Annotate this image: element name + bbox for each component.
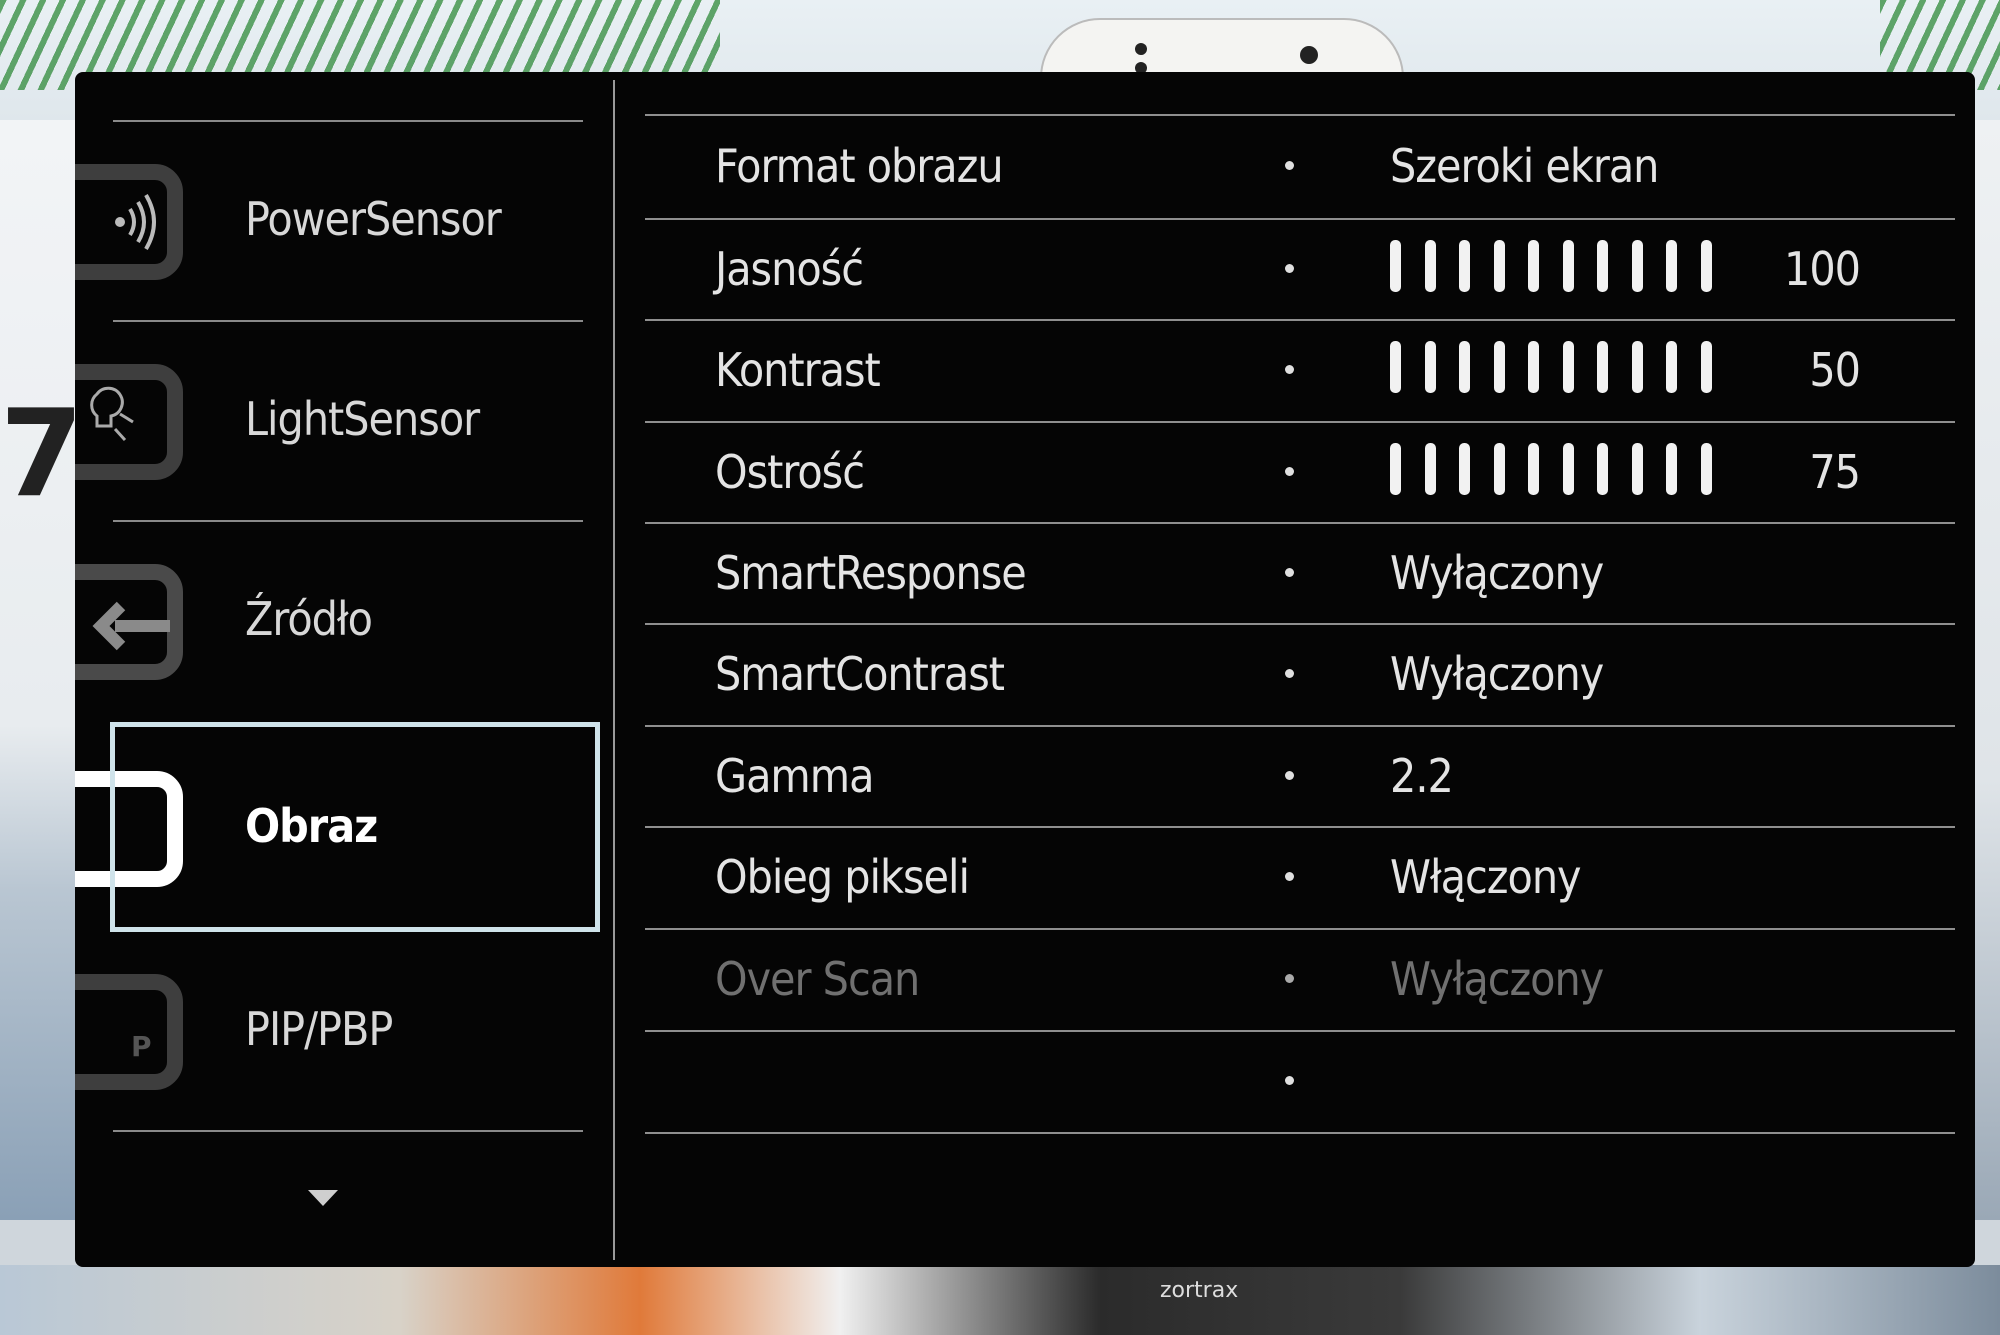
- background-logo: zortrax: [1160, 1278, 1239, 1303]
- slider-tick: [1528, 240, 1539, 292]
- setting-label: SmartResponse: [715, 546, 1027, 600]
- slider-tick: [1528, 443, 1539, 495]
- bullet-icon: [1285, 669, 1294, 678]
- slider-tick: [1597, 443, 1608, 495]
- setting-row-contrast[interactable]: Kontrast 50: [645, 321, 1955, 421]
- osd-menu: PowerSensor LightSensor Źródło Obraz P P…: [27, 72, 1975, 1267]
- sidebar-item-label: Źródło: [245, 592, 373, 646]
- light-sensor-icon: [27, 354, 195, 484]
- sidebar-item-source[interactable]: Źródło: [27, 520, 613, 720]
- slider-tick: [1493, 443, 1505, 495]
- slider-tick: [1424, 240, 1436, 292]
- setting-label: Ostrość: [715, 445, 865, 499]
- slider-tick: [1562, 240, 1574, 292]
- slider-tick: [1666, 443, 1677, 495]
- bullet-icon: [1285, 365, 1294, 374]
- slider-tick: [1390, 443, 1401, 495]
- setting-label: Obieg pikseli: [715, 850, 970, 904]
- osd-sidebar: PowerSensor LightSensor Źródło Obraz P P…: [27, 72, 613, 1267]
- settings-list: Format obrazu Szeroki ekran Jasność 100 …: [645, 72, 1955, 1267]
- setting-row-smartcontrast[interactable]: SmartContrast Wyłączony: [645, 625, 1955, 725]
- background-phone-camera: [1300, 46, 1318, 64]
- sharpness-slider[interactable]: [1390, 443, 1720, 499]
- setting-value: Wyłączony: [1390, 952, 1604, 1006]
- slider-tick: [1459, 240, 1470, 292]
- setting-row-pixel-orbiting[interactable]: Obieg pikseli Włączony: [645, 828, 1955, 928]
- sidebar-item-lightsensor[interactable]: LightSensor: [27, 320, 613, 520]
- setting-value: Wyłączony: [1390, 647, 1604, 701]
- setting-label: Gamma: [715, 749, 874, 803]
- slider-tick: [1700, 341, 1712, 393]
- bullet-icon: [1285, 974, 1294, 983]
- sidebar-divider: [113, 1130, 583, 1132]
- setting-label: Jasność: [715, 242, 864, 296]
- background-digit: 7: [0, 385, 84, 524]
- brightness-slider[interactable]: [1390, 240, 1720, 296]
- slider-tick: [1390, 240, 1401, 292]
- sidebar-item-label: LightSensor: [245, 392, 480, 446]
- setting-row-overscan: Over Scan Wyłączony: [645, 930, 1955, 1030]
- setting-value: Włączony: [1390, 850, 1582, 904]
- slider-tick: [1631, 443, 1643, 495]
- slider-tick: [1424, 443, 1436, 495]
- bullet-icon: [1285, 568, 1294, 577]
- slider-tick: [1597, 240, 1608, 292]
- row-divider: [645, 114, 1955, 116]
- bullet-icon: [1285, 1076, 1294, 1085]
- setting-label: Over Scan: [715, 952, 920, 1006]
- slider-tick: [1459, 341, 1470, 393]
- bullet-icon: [1285, 872, 1294, 881]
- setting-value: Szeroki ekran: [1390, 139, 1659, 193]
- setting-label: Kontrast: [715, 343, 881, 397]
- setting-row-sharpness[interactable]: Ostrość 75: [645, 423, 1955, 523]
- bullet-icon: [1285, 264, 1294, 273]
- setting-value: Wyłączony: [1390, 546, 1604, 600]
- power-sensor-icon: [27, 154, 195, 284]
- setting-value: 100: [1784, 242, 1861, 296]
- slider-tick: [1700, 443, 1712, 495]
- background-bottom: [0, 1265, 2000, 1335]
- setting-value: 75: [1809, 445, 1861, 499]
- slider-tick: [1493, 341, 1505, 393]
- selection-highlight: [110, 722, 600, 932]
- setting-value: 50: [1809, 343, 1861, 397]
- input-source-icon: [27, 554, 195, 684]
- slider-tick: [1700, 240, 1712, 292]
- bullet-icon: [1285, 467, 1294, 476]
- sidebar-item-powersensor[interactable]: PowerSensor: [27, 120, 613, 320]
- setting-row-empty: [645, 1032, 1955, 1132]
- setting-label: SmartContrast: [715, 647, 1005, 701]
- background-phone-sensors: [1135, 40, 1165, 74]
- slider-tick: [1631, 341, 1643, 393]
- setting-row-smartresponse[interactable]: SmartResponse Wyłączony: [645, 524, 1955, 624]
- setting-row-brightness[interactable]: Jasność 100: [645, 220, 1955, 320]
- slider-tick: [1562, 443, 1574, 495]
- sidebar-item-pip-pbp[interactable]: P PIP/PBP: [27, 930, 613, 1130]
- slider-tick: [1597, 341, 1608, 393]
- slider-tick: [1666, 240, 1677, 292]
- slider-tick: [1666, 341, 1677, 393]
- slider-tick: [1493, 240, 1505, 292]
- slider-tick: [1528, 341, 1539, 393]
- sidebar-item-label: PIP/PBP: [245, 1002, 393, 1056]
- bullet-icon: [1285, 161, 1294, 170]
- svg-text:P: P: [131, 1030, 152, 1063]
- panel-divider: [613, 80, 615, 1260]
- chevron-down-icon[interactable]: [308, 1190, 338, 1206]
- slider-tick: [1424, 341, 1436, 393]
- slider-tick: [1390, 341, 1401, 393]
- slider-tick: [1562, 341, 1574, 393]
- contrast-slider[interactable]: [1390, 341, 1720, 397]
- setting-label: Format obrazu: [715, 139, 1004, 193]
- row-divider: [645, 1132, 1955, 1134]
- bullet-icon: [1285, 771, 1294, 780]
- sidebar-item-label: PowerSensor: [245, 192, 502, 246]
- setting-row-gamma[interactable]: Gamma 2.2: [645, 727, 1955, 827]
- slider-tick: [1631, 240, 1643, 292]
- slider-tick: [1459, 443, 1470, 495]
- pip-pbp-icon: P: [27, 964, 195, 1094]
- setting-row-picture-format[interactable]: Format obrazu Szeroki ekran: [645, 117, 1955, 217]
- setting-value: 2.2: [1390, 749, 1454, 803]
